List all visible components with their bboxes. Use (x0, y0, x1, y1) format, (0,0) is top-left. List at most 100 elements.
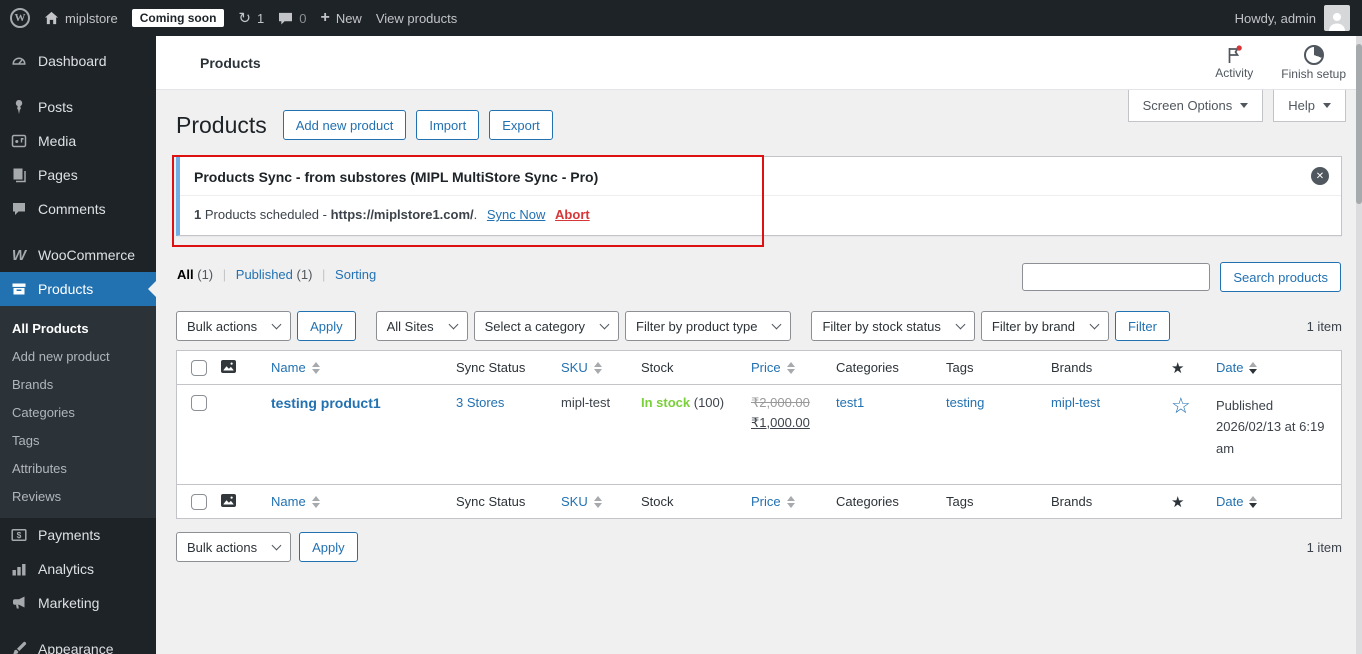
sync-status-link[interactable]: 3 Stores (456, 395, 504, 410)
updates-icon: ↻ (238, 10, 251, 27)
table-header-row: Name Sync Status SKU Stock Price Categor… (177, 351, 1341, 385)
filter-button[interactable]: Filter (1115, 311, 1170, 341)
select-all-checkbox[interactable] (191, 359, 207, 376)
help-tab[interactable]: Help (1273, 90, 1346, 122)
dismiss-notice-icon[interactable]: ✕ (1311, 167, 1329, 185)
submenu-add-new-product[interactable]: Add new product (0, 342, 156, 370)
select-all-checkbox[interactable] (191, 493, 207, 510)
sidebar-item-payments[interactable]: $ Payments (0, 518, 156, 552)
featured-star-toggle-icon[interactable]: ☆ (1171, 393, 1191, 418)
new-menu[interactable]: + New (320, 10, 361, 26)
all-sites-value: All Sites (386, 318, 434, 334)
stock-status-select[interactable]: Filter by stock status (811, 311, 975, 341)
wc-header-title: Products (200, 54, 261, 71)
apply-button[interactable]: Apply (297, 311, 356, 341)
sidebar-item-dashboard[interactable]: Dashboard (0, 44, 156, 78)
sale-price: ₹1,000.00 (751, 415, 810, 430)
all-sites-select[interactable]: All Sites (375, 311, 468, 341)
sort-arrows-icon (311, 495, 320, 508)
pages-icon (10, 166, 28, 184)
tag-link[interactable]: testing (946, 395, 984, 410)
sort-by-name[interactable]: Name (271, 494, 320, 509)
coming-soon-badge: Coming soon (131, 9, 225, 27)
publish-status: Published (1216, 398, 1274, 413)
category-select[interactable]: Select a category (473, 311, 620, 341)
view-all-link[interactable]: All (177, 267, 194, 282)
avatar[interactable] (1324, 5, 1350, 31)
separator: | (322, 267, 326, 282)
vertical-scrollbar[interactable] (1356, 36, 1362, 654)
sidebar-item-marketing[interactable]: Marketing (0, 586, 156, 620)
sidebar-label: Dashboard (38, 53, 107, 69)
menu-separator (0, 78, 156, 90)
submenu-brands[interactable]: Brands (0, 370, 156, 398)
chevron-down-icon (1323, 103, 1331, 108)
sidebar-label: Comments (38, 201, 106, 217)
site-menu[interactable]: miplstore (44, 11, 118, 26)
stock-header: Stock (641, 494, 674, 509)
product-sku: mipl-test (561, 395, 611, 410)
chevron-down-icon (271, 540, 282, 551)
add-new-product-button[interactable]: Add new product (282, 110, 407, 140)
export-button[interactable]: Export (489, 110, 553, 140)
sort-by-sku[interactable]: SKU (561, 494, 602, 509)
svg-text:$: $ (17, 530, 22, 540)
sidebar-item-posts[interactable]: Posts (0, 90, 156, 124)
submenu-all-products[interactable]: All Products (0, 314, 156, 342)
product-name-link[interactable]: testing product1 (271, 395, 381, 411)
sort-by-price[interactable]: Price (751, 360, 795, 375)
sidebar-item-comments[interactable]: Comments (0, 192, 156, 226)
date-header: Date (1216, 360, 1244, 375)
sidebar-label: Products (38, 281, 94, 297)
table-footer-row: Name Sync Status SKU Stock Price Categor… (177, 484, 1341, 518)
sidebar-item-media[interactable]: Media (0, 124, 156, 158)
category-link[interactable]: test1 (836, 395, 864, 410)
brand-select[interactable]: Filter by brand (980, 311, 1110, 341)
sort-arrows-icon (593, 361, 602, 374)
sort-arrows-icon (311, 361, 320, 374)
menu-separator (0, 226, 156, 238)
page-title: Products (176, 111, 267, 138)
scheduled-text: Products scheduled - (204, 207, 327, 222)
product-type-select[interactable]: Filter by product type (625, 311, 792, 341)
brand-link[interactable]: mipl-test (1051, 395, 1100, 410)
sidebar-item-analytics[interactable]: Analytics (0, 552, 156, 586)
scrollbar-thumb[interactable] (1356, 44, 1362, 204)
import-button[interactable]: Import (416, 110, 480, 140)
wordpress-menu[interactable]: W (10, 8, 30, 28)
submenu-tags[interactable]: Tags (0, 426, 156, 454)
sync-notice-body: 1 Products scheduled - https://miplstore… (180, 196, 1341, 235)
products-table: Name Sync Status SKU Stock Price Categor… (176, 350, 1342, 519)
sort-by-price[interactable]: Price (751, 494, 795, 509)
howdy-admin[interactable]: Howdy, admin (1235, 11, 1316, 26)
activity-button[interactable]: Activity (1215, 45, 1253, 80)
apply-button-bottom[interactable]: Apply (299, 532, 358, 562)
screen-options-label: Screen Options (1142, 98, 1233, 113)
sidebar-item-woocommerce[interactable]: W WooCommerce (0, 238, 156, 272)
view-products-link[interactable]: View products (376, 11, 457, 26)
sidebar-item-appearance[interactable]: Appearance (0, 632, 156, 654)
view-published-link[interactable]: Published (236, 267, 293, 282)
bulk-actions-select[interactable]: Bulk actions (176, 311, 292, 341)
submenu-attributes[interactable]: Attributes (0, 454, 156, 482)
finish-setup-button[interactable]: Finish setup (1281, 44, 1346, 81)
sort-by-sku[interactable]: SKU (561, 360, 602, 375)
row-checkbox[interactable] (191, 395, 207, 411)
search-input[interactable] (1022, 263, 1211, 291)
search-products-button[interactable]: Search products (1220, 262, 1341, 292)
bulk-actions-select-bottom[interactable]: Bulk actions (176, 532, 292, 562)
sort-by-date[interactable]: Date (1216, 494, 1258, 509)
submenu-reviews[interactable]: Reviews (0, 482, 156, 510)
abort-link[interactable]: Abort (555, 207, 590, 222)
submenu-categories[interactable]: Categories (0, 398, 156, 426)
updates-menu[interactable]: ↻ 1 (238, 9, 264, 27)
view-sorting-link[interactable]: Sorting (335, 267, 376, 282)
comments-menu[interactable]: 0 (278, 11, 306, 26)
sync-now-link[interactable]: Sync Now (487, 207, 546, 222)
sidebar-item-products[interactable]: Products (0, 272, 156, 306)
sidebar-item-pages[interactable]: Pages (0, 158, 156, 192)
screen-options-tab[interactable]: Screen Options (1127, 90, 1264, 122)
sort-by-date[interactable]: Date (1216, 360, 1258, 375)
sort-by-name[interactable]: Name (271, 360, 320, 375)
payments-icon: $ (10, 526, 28, 544)
